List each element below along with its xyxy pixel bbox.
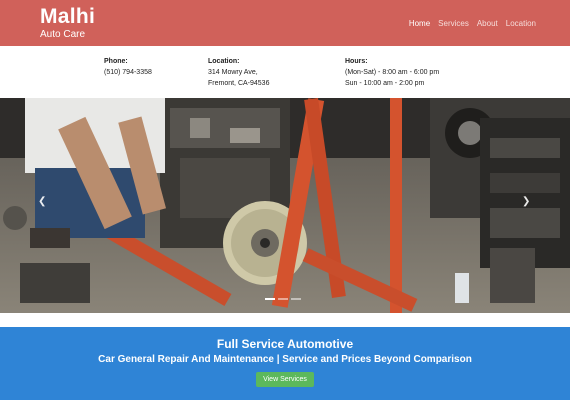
brand-logo[interactable]: Malhi Auto Care: [40, 5, 96, 41]
hero-carousel[interactable]: ❮ ❯: [0, 98, 570, 313]
section-spacer: [0, 313, 570, 327]
phone-number: (510) 794-3358: [104, 69, 152, 76]
services-banner: Full Service Automotive Car General Repa…: [0, 327, 570, 400]
hours-block: Hours: (Mon-Sat) - 8:00 am - 6:00 pm Sun…: [345, 56, 439, 89]
phone-label: Phone:: [104, 58, 128, 65]
carousel-prev-icon[interactable]: ❮: [38, 196, 46, 207]
carousel-dot[interactable]: [278, 298, 288, 300]
brand-name: Malhi: [40, 5, 96, 28]
hero-image-mechanic-engine: [0, 98, 570, 313]
phone-block: Phone: (510) 794-3358: [104, 56, 152, 78]
nav-home[interactable]: Home: [409, 19, 430, 28]
hours-weekday: (Mon-Sat) - 8:00 am - 6:00 pm: [345, 69, 440, 76]
nav-location[interactable]: Location: [506, 19, 536, 28]
location-block: Location: 314 Mowry Ave, Fremont, CA-945…: [208, 56, 269, 89]
banner-title: Full Service Automotive: [216, 337, 354, 351]
brand-subtitle: Auto Care: [40, 29, 86, 40]
carousel-indicators: [265, 298, 301, 300]
hours-label: Hours:: [345, 58, 368, 65]
main-nav: Home Services About Location: [409, 19, 536, 28]
address-line-1: 314 Mowry Ave,: [208, 69, 258, 76]
nav-services[interactable]: Services: [438, 19, 469, 28]
site-header: Malhi Auto Care Home Services About Loca…: [0, 0, 570, 46]
contact-info-bar: Phone: (510) 794-3358 Location: 314 Mowr…: [0, 46, 570, 98]
address-line-2: Fremont, CA-94536: [208, 80, 270, 87]
banner-subtitle: Car General Repair And Maintenance | Ser…: [98, 354, 472, 365]
view-services-button[interactable]: View Services: [256, 372, 314, 387]
location-label: Location:: [208, 58, 240, 65]
hours-sunday: Sun - 10:00 am - 2:00 pm: [345, 80, 425, 87]
carousel-dot[interactable]: [291, 298, 301, 300]
carousel-dot[interactable]: [265, 298, 275, 300]
nav-about[interactable]: About: [477, 19, 498, 28]
carousel-next-icon[interactable]: ❯: [522, 196, 530, 207]
